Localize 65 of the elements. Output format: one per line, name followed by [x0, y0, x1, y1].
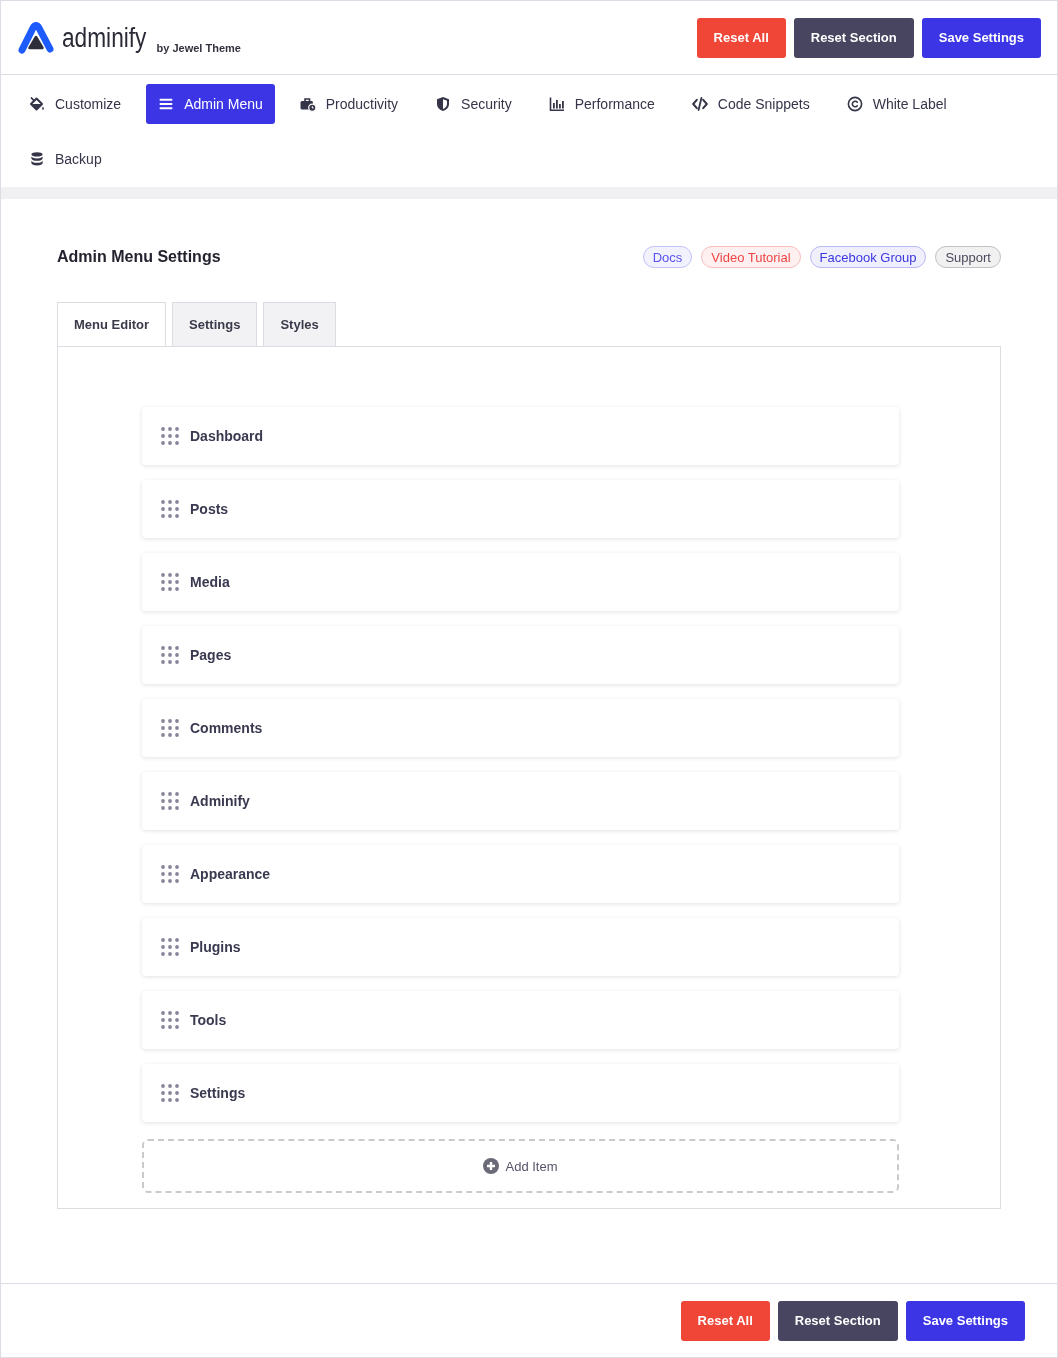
drag-handle-icon[interactable] [161, 427, 179, 445]
nav-tab[interactable]: Admin Menu [146, 84, 275, 124]
logo-wordmark: adminify [62, 23, 147, 53]
menu-item-label: Comments [190, 720, 263, 736]
copyright-icon [846, 96, 863, 112]
help-link[interactable]: Facebook Group [809, 246, 927, 268]
section-title: Admin Menu Settings [57, 248, 221, 266]
tab[interactable]: Settings [172, 302, 258, 346]
nav-tab[interactable]: Productivity [287, 84, 411, 124]
drag-handle-icon[interactable] [161, 865, 179, 883]
add-item-button[interactable]: Add Item [142, 1139, 899, 1193]
drag-handle-icon[interactable] [161, 1011, 179, 1029]
menu-item-card[interactable]: Settings [142, 1064, 899, 1122]
logo-icon [17, 20, 55, 55]
menu-item-card[interactable]: Tools [142, 991, 899, 1049]
reset-section-button[interactable]: Reset Section [793, 17, 914, 58]
menu-item-label: Adminify [190, 793, 250, 809]
database-icon [29, 151, 45, 167]
help-link[interactable]: Video Tutorial [701, 246, 801, 268]
nav-tab[interactable]: Performance [536, 84, 667, 124]
menu-item-label: Pages [190, 647, 232, 663]
menu-item-card[interactable]: Posts [142, 480, 899, 538]
drag-handle-icon[interactable] [161, 719, 179, 737]
plus-circle-icon [483, 1158, 500, 1174]
menu-item-label: Posts [190, 501, 229, 517]
tab[interactable]: Styles [263, 302, 336, 346]
nav-tab[interactable]: Customize [17, 84, 134, 124]
nav-tab[interactable]: Security [423, 84, 524, 124]
menu-item-label: Plugins [190, 939, 241, 955]
drag-handle-icon[interactable] [161, 1084, 179, 1102]
reset-all-button[interactable]: Reset All [680, 1300, 770, 1341]
menu-item-card[interactable]: Appearance [142, 845, 899, 903]
help-link[interactable]: Docs [642, 246, 693, 268]
menu-item-label: Settings [190, 1085, 246, 1101]
drag-handle-icon[interactable] [161, 646, 179, 664]
menu-item-card[interactable]: Dashboard [142, 407, 899, 465]
bar-chart-icon [548, 96, 565, 112]
nav-tab[interactable]: Code Snippets [679, 84, 822, 124]
menu-item-label: Tools [190, 1012, 227, 1028]
help-link[interactable]: Support [935, 246, 1001, 268]
menu-item-label: Media [190, 574, 230, 590]
save-button[interactable]: Save Settings [905, 1300, 1025, 1341]
menu-item-card[interactable]: Plugins [142, 918, 899, 976]
shield-icon [435, 96, 452, 112]
menu-icon [158, 96, 175, 112]
tab[interactable]: Menu Editor [57, 302, 167, 346]
briefcase-icon [299, 96, 316, 112]
drag-handle-icon[interactable] [161, 792, 179, 810]
drag-handle-icon[interactable] [161, 938, 179, 956]
paint-bucket-icon [29, 96, 45, 112]
menu-item-label: Dashboard [190, 428, 264, 444]
drag-handle-icon[interactable] [161, 573, 179, 591]
reset-all-button[interactable]: Reset All [696, 17, 786, 58]
code-icon [691, 96, 708, 112]
nav-tab[interactable]: Backup [17, 139, 114, 179]
menu-item-card[interactable]: Pages [142, 626, 899, 684]
nav-tab[interactable]: White Label [834, 84, 959, 124]
reset-section-button[interactable]: Reset Section [777, 1300, 898, 1341]
menu-item-card[interactable]: Comments [142, 699, 899, 757]
byline-text: by Jewel Theme [156, 41, 241, 55]
menu-item-card[interactable]: Media [142, 553, 899, 611]
save-button[interactable]: Save Settings [921, 17, 1041, 58]
menu-item-card[interactable]: Adminify [142, 772, 899, 830]
menu-item-label: Appearance [190, 866, 271, 882]
drag-handle-icon[interactable] [161, 500, 179, 518]
